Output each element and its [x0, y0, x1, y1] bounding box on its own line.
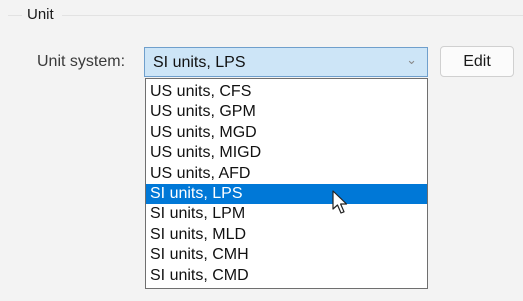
unit-option-si-lpm[interactable]: SI units, LPM [146, 204, 427, 224]
group-border-left [8, 15, 22, 16]
unit-group-title: Unit [27, 6, 54, 23]
unit-system-select[interactable]: SI units, LPS ⌄ [144, 47, 428, 77]
unit-option-us-migd[interactable]: US units, MIGD [146, 143, 427, 163]
unit-settings-panel: Unit Unit system: SI units, LPS ⌄ Edit U… [0, 0, 523, 301]
chevron-down-icon[interactable]: ⌄ [406, 52, 417, 68]
unit-option-us-afd[interactable]: US units, AFD [146, 164, 427, 184]
unit-option-si-lps[interactable]: SI units, LPS [146, 183, 427, 205]
unit-option-us-cfs[interactable]: US units, CFS [146, 82, 427, 102]
unit-option-si-cmd[interactable]: SI units, CMD [146, 266, 427, 286]
group-border-top [62, 15, 523, 16]
unit-option-us-gpm[interactable]: US units, GPM [146, 102, 427, 122]
unit-system-label: Unit system: [37, 53, 126, 70]
unit-system-selected-value: SI units, LPS [153, 54, 246, 71]
edit-button[interactable]: Edit [440, 46, 514, 77]
unit-option-si-mld[interactable]: SI units, MLD [146, 225, 427, 245]
unit-system-dropdown-list: US units, CFS US units, GPM US units, MG… [145, 78, 428, 289]
mouse-pointer-icon [332, 190, 348, 214]
unit-option-si-cmh[interactable]: SI units, CMH [146, 245, 427, 265]
unit-option-us-mgd[interactable]: US units, MGD [146, 123, 427, 143]
